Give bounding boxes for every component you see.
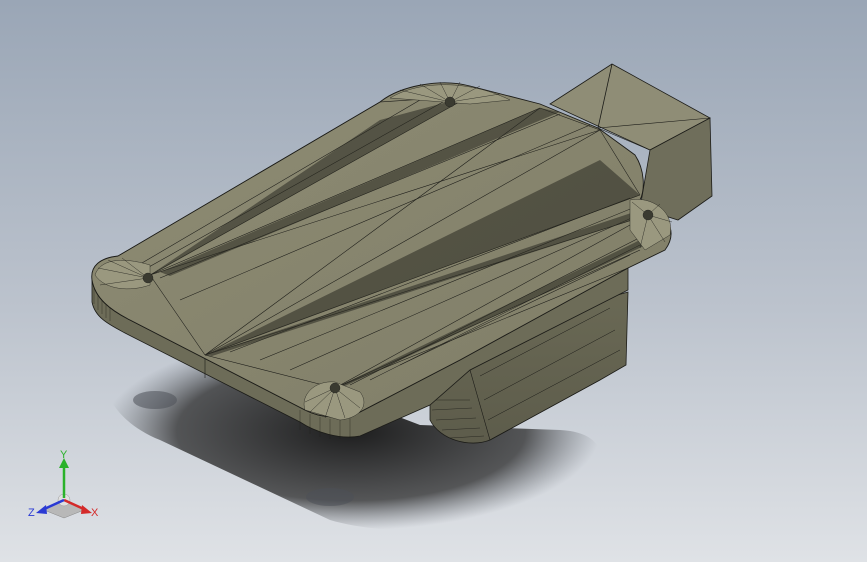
x-axis-label: X [91, 507, 99, 519]
z-axis-arrow [36, 505, 47, 514]
y-axis-label: Y [60, 449, 68, 461]
z-axis-label: Z [28, 507, 35, 519]
model-viewport[interactable] [0, 0, 867, 562]
orientation-triad[interactable]: Y X Z [24, 448, 104, 528]
